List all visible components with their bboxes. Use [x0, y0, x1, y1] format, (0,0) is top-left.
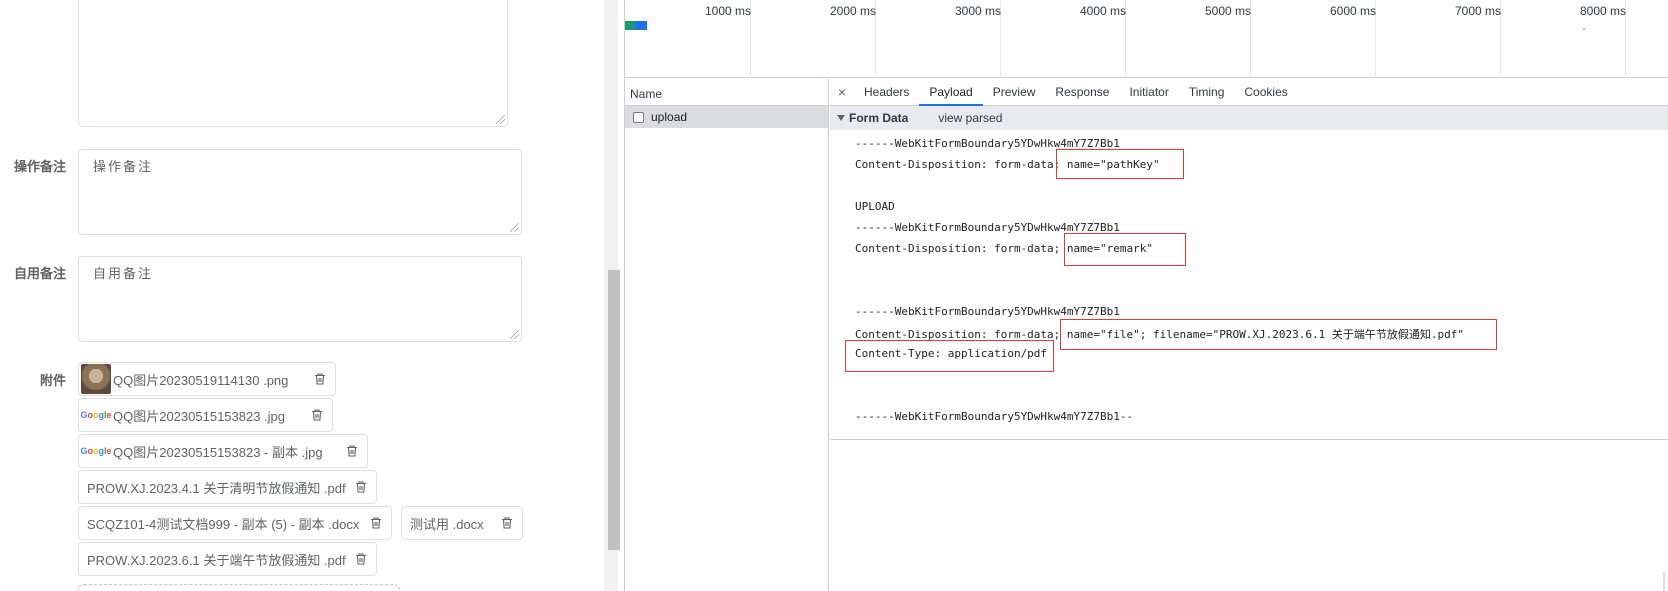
form-panel: 操作备注 操作备注 自用备注 自用备注 附件 QQ图片2023051911413… — [0, 0, 612, 591]
payload-line: UPLOAD — [855, 200, 895, 213]
highlight-box-content-type — [845, 340, 1054, 372]
timeline-request-bar — [625, 21, 647, 30]
request-name: upload — [651, 110, 688, 124]
highlight-box-remark — [1064, 233, 1186, 266]
trash-icon[interactable] — [354, 480, 368, 494]
attachment-name: PROW.XJ.2023.6.1 关于端午节放假通知 .pdf — [87, 552, 346, 568]
attachment-name: SCQZ101-4测试文档999 - 副本 (5) - 副本 .docx — [87, 516, 360, 532]
trash-icon[interactable] — [369, 516, 383, 530]
scrollbar-thumb[interactable] — [608, 270, 620, 550]
tab-cookies[interactable]: Cookies — [1234, 79, 1297, 105]
timeline-tick-label: 1000 ms — [705, 4, 752, 18]
trash-icon[interactable] — [345, 444, 359, 458]
resize-grip-icon[interactable] — [510, 223, 519, 232]
resize-grip-icon[interactable] — [510, 330, 519, 339]
close-icon[interactable]: × — [830, 79, 854, 105]
payload-line: ------WebKitFormBoundary5YDwHkw4mY7Z7Bb1… — [855, 410, 1134, 423]
attachments-label: 附件 — [39, 373, 66, 388]
attachment-name: PROW.XJ.2023.4.1 关于清明节放假通知 .pdf — [87, 480, 346, 496]
payload-line: ------WebKitFormBoundary5YDwHkw4mY7Z7Bb1 — [855, 305, 1120, 318]
triangle-down-icon[interactable] — [837, 115, 845, 121]
devtools-network-panel: 1000 ms 2000 ms 3000 ms 4000 ms 5000 ms … — [624, 0, 1668, 591]
tab-preview[interactable]: Preview — [983, 79, 1046, 105]
payload-source: ------WebKitFormBoundary5YDwHkw4mY7Z7Bb1… — [830, 130, 1668, 440]
top-textarea[interactable] — [78, 0, 508, 127]
timeline-tick-label: 4000 ms — [1080, 4, 1127, 18]
tab-response[interactable]: Response — [1045, 79, 1119, 105]
attachment-item[interactable]: PROW.XJ.2023.4.1 关于清明节放假通知 .pdf — [78, 470, 377, 504]
op-remark-textarea[interactable]: 操作备注 — [78, 149, 522, 235]
network-timeline[interactable]: 1000 ms 2000 ms 3000 ms 4000 ms 5000 ms … — [625, 0, 1668, 78]
op-remark-label: 操作备注 — [14, 159, 67, 174]
panel-edge-mark — [1663, 572, 1665, 591]
attachment-item[interactable]: PROW.XJ.2023.6.1 关于端午节放假通知 .pdf — [78, 542, 377, 576]
attachment-name: QQ图片20230519114130 .png — [113, 372, 289, 388]
section-title: Form Data — [849, 111, 909, 125]
timeline-tick-label: 6000 ms — [1330, 4, 1377, 18]
timeline-tick-label: 3000 ms — [955, 4, 1002, 18]
tab-payload[interactable]: Payload — [919, 79, 984, 106]
resize-grip-icon[interactable] — [496, 115, 505, 124]
trash-icon[interactable] — [313, 372, 327, 386]
attachment-item[interactable]: 测试用 .docx — [401, 506, 523, 540]
document-icon — [633, 111, 644, 123]
attachment-item[interactable]: Google QQ图片20230515153823 .jpg — [78, 398, 333, 432]
self-remark-placeholder: 自用备注 — [93, 266, 154, 281]
attachment-name: QQ图片20230515153823 - 副本 .jpg — [113, 444, 323, 460]
attachment-name: 测试用 .docx — [410, 516, 484, 532]
tab-initiator[interactable]: Initiator — [1119, 79, 1178, 105]
attachment-item[interactable]: Google QQ图片20230515153823 - 副本 .jpg — [78, 434, 368, 468]
attachment-name: QQ图片20230515153823 .jpg — [113, 408, 286, 424]
self-remark-textarea[interactable]: 自用备注 — [78, 256, 522, 342]
timeline-tick-label: 5000 ms — [1205, 4, 1252, 18]
image-thumbnail — [81, 364, 111, 394]
detail-tabs: × Headers Payload Preview Response Initi… — [830, 79, 1668, 106]
highlight-box-pathkey — [1056, 149, 1184, 179]
screen: 操作备注 操作备注 自用备注 自用备注 附件 QQ图片2023051911413… — [0, 0, 1668, 591]
trash-icon[interactable] — [500, 516, 514, 530]
request-detail: × Headers Payload Preview Response Initi… — [830, 79, 1668, 591]
tab-timing[interactable]: Timing — [1179, 79, 1235, 105]
attachment-item[interactable]: QQ图片20230519114130 .png — [78, 362, 336, 396]
google-icon: Google — [80, 410, 112, 420]
attachment-item[interactable]: SCQZ101-4测试文档999 - 副本 (5) - 副本 .docx — [78, 506, 392, 540]
upload-dropzone[interactable] — [78, 584, 400, 591]
timeline-tick-label: 2000 ms — [830, 4, 877, 18]
request-list: Name upload — [625, 79, 829, 591]
highlight-box-file — [1060, 319, 1497, 350]
request-row-upload[interactable]: upload — [625, 106, 828, 128]
name-column-header[interactable]: Name — [625, 79, 828, 106]
trash-icon[interactable] — [310, 408, 324, 422]
view-parsed-link[interactable]: view parsed — [938, 111, 1002, 125]
form-data-section-header[interactable]: Form Data view parsed — [830, 106, 1668, 130]
trash-icon[interactable] — [354, 552, 368, 566]
timeline-tick-label: 7000 ms — [1455, 4, 1502, 18]
op-remark-placeholder: 操作备注 — [93, 159, 154, 174]
google-icon: Google — [80, 446, 112, 456]
timeline-marker — [1583, 28, 1585, 30]
tab-headers[interactable]: Headers — [854, 79, 919, 105]
self-remark-label: 自用备注 — [14, 266, 67, 281]
timeline-tick-label: 8000 ms — [1580, 4, 1627, 18]
